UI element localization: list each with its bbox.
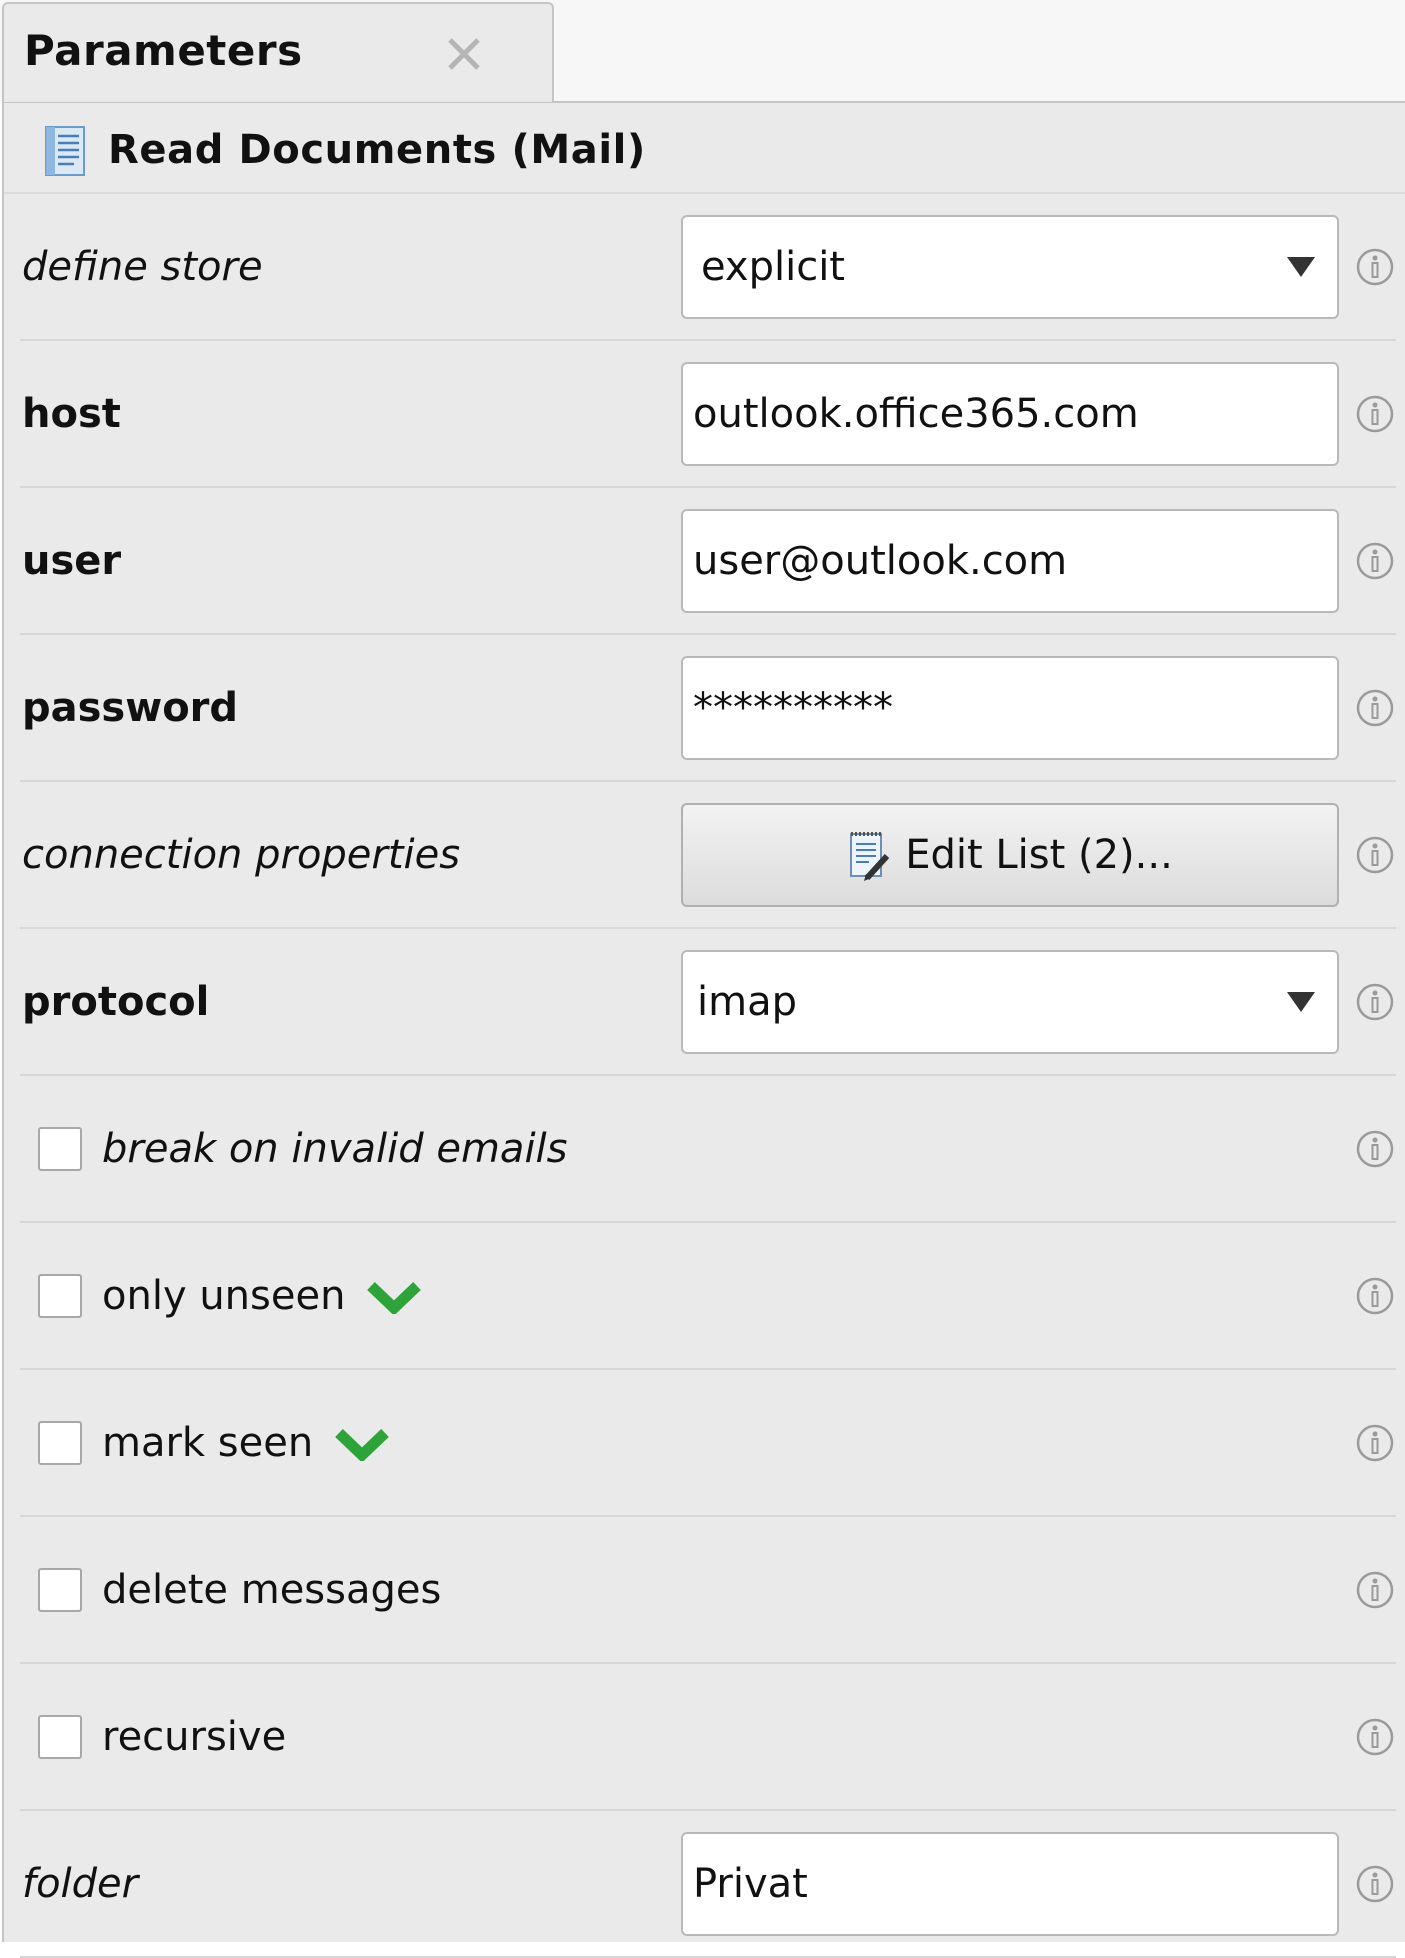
delete-messages-checkbox[interactable] bbox=[38, 1567, 82, 1612]
param-row-protocol: protocol imap bbox=[20, 929, 1396, 1076]
info-icon[interactable] bbox=[1355, 835, 1395, 875]
param-label-folder: folder bbox=[22, 1860, 139, 1907]
param-row-break-on-invalid-emails: break on invalid emails bbox=[20, 1076, 1396, 1223]
parameters-panel: Read Documents (Mail) define store expli… bbox=[2, 101, 1405, 1958]
recursive-checkbox[interactable] bbox=[38, 1714, 82, 1759]
recursive-label: recursive bbox=[102, 1713, 287, 1760]
password-input[interactable] bbox=[681, 656, 1339, 760]
break-on-invalid-emails-checkbox[interactable] bbox=[38, 1126, 82, 1171]
document-icon bbox=[45, 126, 85, 176]
close-icon[interactable] bbox=[442, 32, 486, 76]
folder-input[interactable] bbox=[681, 1832, 1339, 1936]
chevron-down-icon bbox=[1287, 992, 1315, 1012]
protocol-select[interactable]: imap bbox=[681, 950, 1339, 1054]
define-store-select[interactable]: explicit bbox=[681, 215, 1339, 319]
param-label-connection-properties: connection properties bbox=[22, 831, 461, 878]
mark-seen-label: mark seen bbox=[102, 1420, 390, 1466]
edit-list-button[interactable]: Edit List (2)... bbox=[681, 803, 1339, 907]
edit-list-icon bbox=[850, 832, 890, 881]
param-row-connection-properties: connection properties Edit List (2)... bbox=[20, 782, 1396, 929]
param-row-only-unseen: only unseen bbox=[20, 1223, 1396, 1370]
host-input[interactable] bbox=[681, 362, 1339, 466]
break-on-invalid-emails-label: break on invalid emails bbox=[102, 1125, 568, 1172]
tab-title: Parameters bbox=[24, 26, 303, 75]
mark-seen-checkbox[interactable] bbox=[38, 1420, 82, 1465]
info-icon[interactable] bbox=[1355, 541, 1395, 581]
expand-chevron-icon[interactable] bbox=[367, 1278, 422, 1314]
protocol-value: imap bbox=[697, 979, 797, 1025]
param-label-define-store: define store bbox=[22, 243, 263, 290]
info-icon[interactable] bbox=[1355, 1864, 1395, 1904]
chevron-down-icon bbox=[1287, 257, 1315, 277]
param-row-mark-seen: mark seen bbox=[20, 1370, 1396, 1517]
only-unseen-label: only unseen bbox=[102, 1273, 422, 1319]
param-label-password: password bbox=[22, 684, 239, 731]
info-icon[interactable] bbox=[1355, 982, 1395, 1022]
info-icon[interactable] bbox=[1355, 1423, 1395, 1463]
only-unseen-checkbox[interactable] bbox=[38, 1273, 82, 1318]
info-icon[interactable] bbox=[1355, 688, 1395, 728]
param-row-folder: folder bbox=[20, 1811, 1396, 1958]
info-icon[interactable] bbox=[1355, 1129, 1395, 1169]
param-row-host: host bbox=[20, 341, 1396, 488]
delete-messages-label: delete messages bbox=[102, 1566, 442, 1613]
info-icon[interactable] bbox=[1355, 394, 1395, 434]
expand-chevron-icon[interactable] bbox=[335, 1425, 390, 1461]
tab-parameters[interactable]: Parameters bbox=[2, 2, 554, 102]
param-row-delete-messages: delete messages bbox=[20, 1517, 1396, 1664]
info-icon[interactable] bbox=[1355, 1717, 1395, 1757]
info-icon[interactable] bbox=[1355, 1276, 1395, 1316]
param-row-define-store: define store explicit bbox=[20, 194, 1396, 341]
param-label-user: user bbox=[22, 537, 122, 584]
param-row-user: user bbox=[20, 488, 1396, 635]
define-store-value: explicit bbox=[701, 244, 845, 290]
param-label-protocol: protocol bbox=[22, 978, 210, 1025]
operator-header: Read Documents (Mail) bbox=[4, 103, 1405, 194]
param-label-host: host bbox=[22, 390, 121, 437]
user-input[interactable] bbox=[681, 509, 1339, 613]
edit-list-label: Edit List (2)... bbox=[905, 832, 1173, 878]
operator-title: Read Documents (Mail) bbox=[108, 127, 646, 173]
param-row-recursive: recursive bbox=[20, 1664, 1396, 1811]
info-icon[interactable] bbox=[1355, 1570, 1395, 1610]
param-row-password: password bbox=[20, 635, 1396, 782]
info-icon[interactable] bbox=[1355, 247, 1395, 287]
